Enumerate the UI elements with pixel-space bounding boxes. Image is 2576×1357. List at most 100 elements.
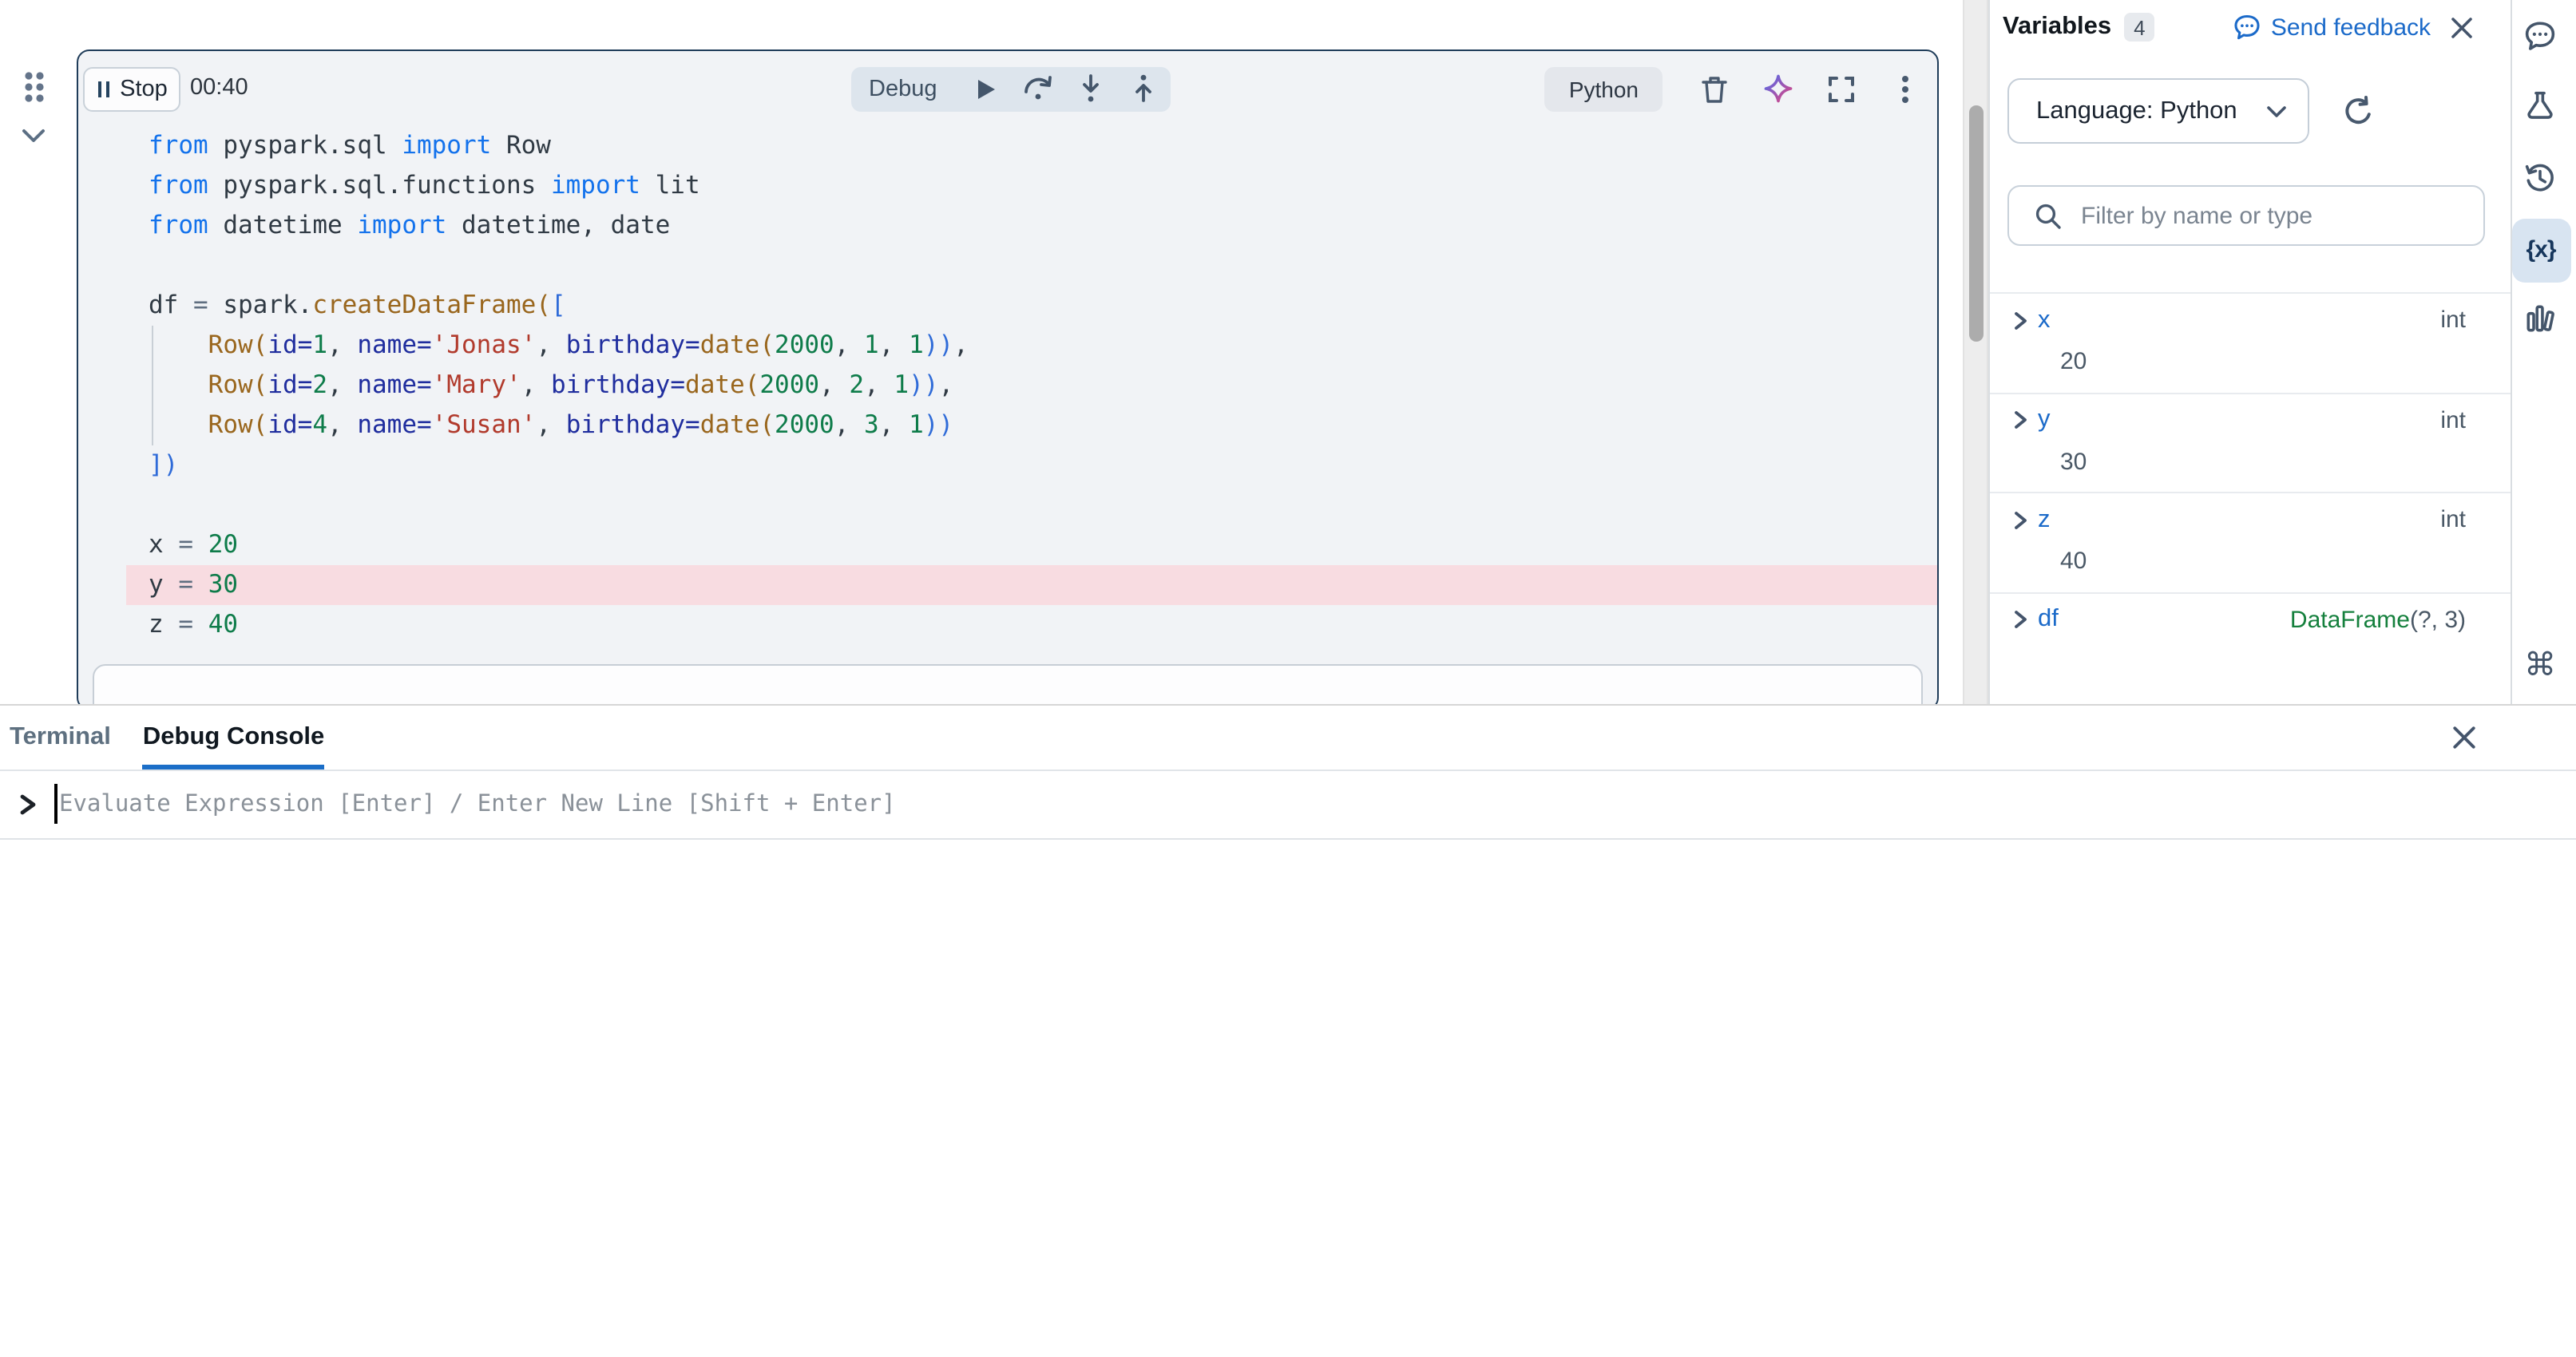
text-cursor [54,784,57,824]
variable-row[interactable]: yint30 [1990,392,2511,492]
filter-input[interactable] [2081,202,2483,229]
expand-chevron-icon[interactable] [2014,311,2028,330]
chevron-down-icon [2266,105,2287,117]
code-token: name= [357,409,431,438]
delete-cell-button[interactable] [1682,66,1746,111]
code-line[interactable]: ]) [78,445,1937,485]
filter-input-box[interactable] [2007,185,2485,246]
assistant-sparkle-button[interactable] [1746,66,1809,111]
assistant-chat-icon[interactable] [2521,17,2559,55]
code-token: , [953,330,969,358]
bottom-panel: Terminal Debug Console Evaluate Expressi… [0,704,2576,1357]
code-token: Row( [208,370,268,398]
code-token: spark. [223,290,312,318]
code-token: Row [506,130,551,159]
code-token: )) [924,409,953,438]
code-line[interactable]: Row(id=2, name='Mary', birthday=date(200… [78,365,1937,405]
stop-button[interactable]: Stop [83,66,180,111]
code-token: 2000 [759,370,819,398]
code-token: ]) [149,449,178,478]
variable-row[interactable]: dfDataFrame (?, 3) [1990,591,2511,659]
variable-name[interactable]: y [2038,406,2051,434]
experiments-flask-icon[interactable] [2521,86,2559,125]
code-token: lit [656,170,700,199]
code-line[interactable]: df = spark.createDataFrame([ [78,285,1937,325]
expand-chevron-icon[interactable] [2014,510,2028,529]
notebook-cell[interactable]: Stop 00:40 Debug [77,49,1939,710]
expand-cell-button[interactable] [1809,66,1873,111]
code-token: 20 [208,529,238,558]
code-line[interactable]: z = 40 [78,604,1937,644]
variable-name[interactable]: x [2038,306,2051,334]
code-token: , [834,409,864,438]
code-line[interactable]: from datetime import datetime, date [78,205,1937,245]
code-token: date( [700,330,775,358]
step-over-button[interactable] [1013,66,1065,111]
close-bottom-panel-button[interactable] [2451,725,2477,750]
notebook-area: Stop 00:40 Debug [0,0,1963,704]
code-token: , [938,370,953,398]
data-explorer-icon[interactable] [2521,299,2559,337]
variables-glyph: {x} [2526,236,2555,263]
expand-chevron-icon[interactable] [2014,610,2028,629]
code-token: [ [551,290,566,318]
search-icon [2035,202,2062,229]
send-feedback-link[interactable]: Send feedback [2233,13,2431,42]
variables-panel: Variables 4 Send feedback Language: Pyth… [1988,0,2511,704]
variable-row[interactable]: zint40 [1990,492,2511,591]
code-token: datetime [223,210,357,239]
code-token: x [149,529,178,558]
code-line-breakpoint[interactable]: y = 30 [78,564,1937,604]
variable-name[interactable]: df [2038,605,2059,634]
code-token: 40 [208,609,238,638]
code-token: 1 [864,330,879,358]
refresh-variables-button[interactable] [2341,94,2375,128]
variable-name[interactable]: z [2038,505,2051,534]
version-history-icon[interactable] [2521,158,2559,196]
drag-handle-icon[interactable] [22,70,46,104]
code-line[interactable] [78,485,1937,524]
code-token: id= [268,409,312,438]
tab-terminal[interactable]: Terminal [10,723,111,752]
code-line[interactable] [78,245,1937,285]
code-token: , [879,330,909,358]
continue-button[interactable] [959,66,1012,111]
code-token: import [357,210,462,239]
variables-tab-icon[interactable]: {x} [2511,218,2570,282]
code-token: import [551,170,656,199]
code-line[interactable]: from pyspark.sql.functions import lit [78,165,1937,205]
right-icon-rail: {x} ⌘ [2510,0,2576,704]
code-token: 1 [909,409,924,438]
scrollbar-thumb[interactable] [1969,105,1984,342]
code-line[interactable]: x = 20 [78,524,1937,564]
code-token: , [879,409,909,438]
keyboard-shortcuts-icon[interactable]: ⌘ [2521,645,2559,683]
cell-menu-button[interactable] [1873,66,1937,111]
collapse-cell-icon[interactable] [21,128,46,144]
code-token: import [402,130,506,159]
step-out-button[interactable] [1118,66,1171,111]
code-token: Row( [208,330,268,358]
variable-row[interactable]: xint20 [1990,292,2511,392]
pause-icon [96,79,112,98]
step-into-button[interactable] [1065,66,1118,111]
code-line[interactable]: from pyspark.sql import Row [78,125,1937,165]
notebook-scrollbar[interactable] [1963,0,1988,704]
code-token: )) [909,370,938,398]
debug-console-input-row[interactable]: Evaluate Expression [Enter] / Enter New … [0,770,2576,839]
language-selector[interactable]: Language: Python [2007,78,2309,144]
close-panel-button[interactable] [2450,15,2474,39]
language-badge[interactable]: Python [1545,66,1663,111]
code-token: = [178,609,208,638]
code-line[interactable]: Row(id=1, name='Jonas', birthday=date(20… [78,325,1937,365]
code-block[interactable]: from pyspark.sql import Rowfrom pyspark.… [78,125,1937,644]
code-line[interactable]: Row(id=4, name='Susan', birthday=date(20… [78,405,1937,445]
language-selector-value: Language: Python [2036,97,2266,125]
expand-chevron-icon[interactable] [2014,410,2028,429]
code-token: from [149,210,223,239]
tab-debug-console[interactable]: Debug Console [143,706,324,769]
code-token: from [149,130,223,159]
command-glyph: ⌘ [2524,645,2556,683]
code-token: , [521,370,551,398]
code-token: = [193,290,223,318]
